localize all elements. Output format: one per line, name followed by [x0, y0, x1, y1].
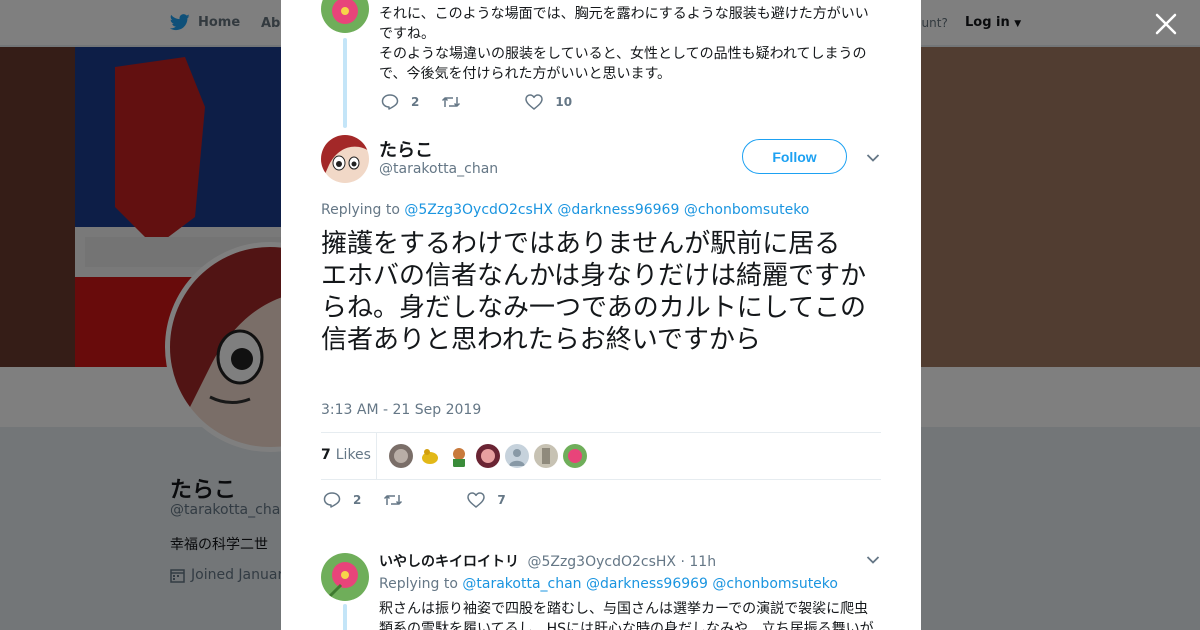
previous-tweet-line: で、今後気を付けられた方がいいと思います。: [379, 66, 672, 82]
previous-tweet-actions: 2 10: [381, 94, 594, 110]
reply-tweet-avatar[interactable]: [321, 553, 369, 601]
replying-prefix: Replying to: [321, 202, 400, 218]
mention-link[interactable]: @chonbomsuteko: [684, 202, 810, 218]
reply-icon: [381, 94, 399, 110]
retweet-icon: [384, 495, 403, 505]
close-icon[interactable]: [1154, 12, 1178, 36]
like-button[interactable]: 10: [525, 94, 572, 110]
reply-tweet-handle: @5Zzg3OycdO2csHX: [527, 554, 677, 570]
reply-count: 2: [411, 95, 420, 109]
tweet-modal: それに、このような場面では、胸元を露わにするような服装も避けた方がいい ですね。…: [281, 0, 921, 630]
reply-tweet-time: · 11h: [680, 554, 717, 570]
liker-avatar[interactable]: [534, 444, 558, 468]
likes-row: 7 Likes: [321, 432, 881, 480]
previous-tweet-text: それに、このような場面では、胸元を露わにするような服装も避けた方がいい ですね。…: [379, 4, 879, 84]
heart-icon: [525, 94, 544, 110]
reply-button[interactable]: 2: [381, 94, 419, 110]
liker-avatar[interactable]: [476, 444, 500, 468]
liker-avatar[interactable]: [447, 444, 471, 468]
previous-tweet-line: ですね。: [379, 26, 435, 42]
mention-link[interactable]: @chonbomsuteko: [712, 576, 838, 592]
main-tweet-actions: 2 7: [323, 492, 528, 508]
retweet-button[interactable]: [383, 493, 415, 507]
reply-tweet-name: いやしのキイロイトリ: [379, 554, 519, 570]
chevron-down-icon[interactable]: [866, 555, 880, 565]
liker-avatar[interactable]: [389, 444, 413, 468]
thread-line: [343, 38, 347, 128]
previous-tweet-avatar[interactable]: [321, 0, 369, 33]
tweet-timestamp[interactable]: 3:13 AM - 21 Sep 2019: [321, 402, 481, 418]
likes-divider: [376, 433, 377, 480]
liker-avatar[interactable]: [418, 444, 442, 468]
likes-count: 7: [321, 447, 331, 463]
main-tweet-name[interactable]: たらこ: [379, 136, 433, 162]
mention-link[interactable]: @tarakotta_chan: [462, 576, 581, 592]
retweet-icon: [442, 97, 461, 107]
heart-icon: [467, 492, 486, 508]
previous-tweet-line: そのような場違いの服装をしていると、女性としての品性も疑われてしまうの: [379, 46, 867, 62]
main-tweet-handle[interactable]: @tarakotta_chan: [379, 161, 498, 177]
liker-avatar[interactable]: [505, 444, 529, 468]
like-count: 10: [555, 95, 573, 109]
previous-tweet-line: それに、このような場面では、胸元を露わにするような服装も避けた方がいい: [379, 6, 869, 22]
reply-tweet-text: 釈さんは振り袖姿で四股を踏むし、与国さんは選挙カーでの演説で袈裟に爬虫 類系の雪…: [379, 599, 879, 630]
reply-icon: [323, 492, 341, 508]
likes-summary[interactable]: 7 Likes: [321, 447, 371, 463]
liker-avatar[interactable]: [563, 444, 587, 468]
mention-link[interactable]: @5Zzg3OycdO2csHX: [404, 202, 553, 218]
reply-tweet-header[interactable]: いやしのキイロイトリ @5Zzg3OycdO2csHX · 11h: [379, 551, 716, 571]
thread-line: [343, 604, 347, 630]
main-tweet-avatar[interactable]: [321, 135, 369, 183]
like-count: 7: [497, 493, 506, 507]
reply-tweet-line: 釈さんは振り袖姿で四股を踏むし、与国さんは選挙カーでの演説で袈裟に爬虫: [379, 601, 869, 617]
reply-replying-to: Replying to @tarakotta_chan @darkness969…: [379, 576, 838, 592]
chevron-down-icon[interactable]: [866, 153, 880, 163]
replying-to: Replying to @5Zzg3OycdO2csHX @darkness96…: [321, 202, 809, 218]
mention-link[interactable]: @darkness96969: [586, 576, 708, 592]
reply-tweet-line: 類系の雪駄を履いてるし、HSには肝心な時の身だしなみや、立ち居振る舞いが: [379, 621, 874, 630]
retweet-button[interactable]: [441, 95, 473, 109]
likes-label: Likes: [335, 447, 371, 463]
reply-button[interactable]: 2: [323, 492, 361, 508]
replying-prefix: Replying to: [379, 576, 458, 592]
follow-button[interactable]: Follow: [742, 139, 847, 174]
mention-link[interactable]: @darkness96969: [557, 202, 679, 218]
like-button[interactable]: 7: [467, 492, 506, 508]
main-tweet-text: 擁護をするわけではありませんが駅前に居るエホバの信者なんかは身なりだけは綺麗です…: [321, 229, 866, 355]
reply-count: 2: [353, 493, 362, 507]
